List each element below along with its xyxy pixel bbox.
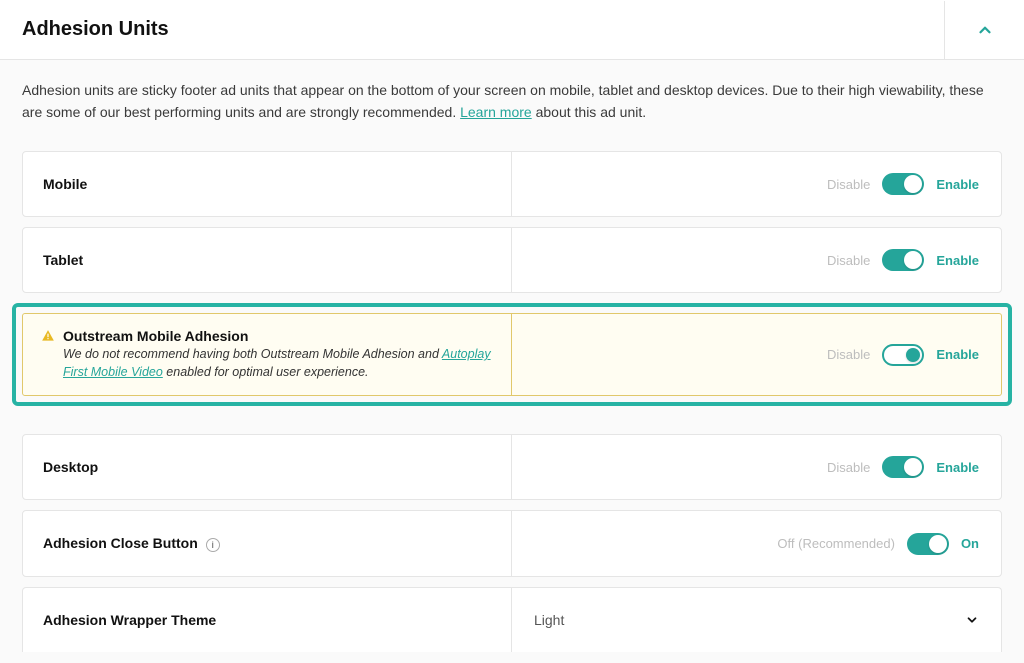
desktop-label: Desktop xyxy=(43,459,491,475)
toggle-knob xyxy=(904,251,922,269)
warning-text-after: enabled for optimal user experience. xyxy=(163,365,369,379)
row-desktop: Desktop Disable Enable xyxy=(22,434,1002,500)
close-button-toggle[interactable] xyxy=(907,533,949,555)
disable-label: Disable xyxy=(827,253,870,268)
panel-description: Adhesion units are sticky footer ad unit… xyxy=(0,60,1024,151)
off-label: Off (Recommended) xyxy=(777,536,895,551)
toggle-group: Disable Enable xyxy=(827,173,979,195)
warning-header: Outstream Mobile Adhesion xyxy=(41,328,491,344)
learn-more-link[interactable]: Learn more xyxy=(460,104,532,120)
toggle-knob xyxy=(906,348,920,362)
row-control-cell: Disable Enable xyxy=(512,435,1001,499)
disable-label: Disable xyxy=(827,177,870,192)
collapse-toggle[interactable] xyxy=(944,1,1024,59)
warning-description: We do not recommend having both Outstrea… xyxy=(41,346,491,381)
disable-label: Disable xyxy=(827,347,870,362)
adhesion-units-panel: Adhesion Units Adhesion units are sticky… xyxy=(0,0,1024,652)
disable-label: Disable xyxy=(827,460,870,475)
row-label-cell: Mobile xyxy=(23,152,512,216)
close-button-label-text: Adhesion Close Button xyxy=(43,535,198,551)
enable-label: Enable xyxy=(936,460,979,475)
chevron-up-icon xyxy=(976,21,994,39)
row-label-cell: Desktop xyxy=(23,435,512,499)
select-value: Light xyxy=(534,612,564,628)
row-outstream: Outstream Mobile Adhesion We do not reco… xyxy=(22,313,1002,396)
toggle-group: Disable Enable xyxy=(827,344,979,366)
toggle-knob xyxy=(904,175,922,193)
tablet-toggle[interactable] xyxy=(882,249,924,271)
info-icon[interactable]: i xyxy=(206,538,220,552)
row-mobile: Mobile Disable Enable xyxy=(22,151,1002,217)
row-label-cell: Adhesion Close Button i xyxy=(23,511,512,575)
enable-label: Enable xyxy=(936,253,979,268)
outstream-label: Outstream Mobile Adhesion xyxy=(63,328,248,344)
on-label: On xyxy=(961,536,979,551)
row-control-cell: Disable Enable xyxy=(512,314,1001,395)
row-label-cell: Tablet xyxy=(23,228,512,292)
wrapper-theme-select[interactable]: Light xyxy=(512,588,1001,652)
wrapper-theme-label: Adhesion Wrapper Theme xyxy=(43,612,491,628)
toggle-group: Disable Enable xyxy=(827,456,979,478)
row-control-cell: Off (Recommended) On xyxy=(512,511,1001,575)
enable-label: Enable xyxy=(936,177,979,192)
enable-label: Enable xyxy=(936,347,979,362)
toggle-group: Disable Enable xyxy=(827,249,979,271)
row-outstream-highlight: Outstream Mobile Adhesion We do not reco… xyxy=(12,303,1012,406)
mobile-label: Mobile xyxy=(43,176,491,192)
row-close-button: Adhesion Close Button i Off (Recommended… xyxy=(22,510,1002,576)
row-control-cell: Disable Enable xyxy=(512,152,1001,216)
row-wrapper-theme: Adhesion Wrapper Theme Light xyxy=(22,587,1002,652)
outstream-toggle[interactable] xyxy=(882,344,924,366)
description-text-after: about this ad unit. xyxy=(532,104,646,120)
toggle-knob xyxy=(929,535,947,553)
toggle-knob xyxy=(904,458,922,476)
desktop-toggle[interactable] xyxy=(882,456,924,478)
toggle-group: Off (Recommended) On xyxy=(777,533,979,555)
tablet-label: Tablet xyxy=(43,252,491,268)
settings-section: Mobile Disable Enable Tablet Disable Ena… xyxy=(22,151,1002,293)
row-control-cell: Disable Enable xyxy=(512,228,1001,292)
warning-text-before: We do not recommend having both Outstrea… xyxy=(63,347,442,361)
panel-header: Adhesion Units xyxy=(0,0,1024,60)
row-label-cell: Outstream Mobile Adhesion We do not reco… xyxy=(23,314,512,395)
row-label-cell: Adhesion Wrapper Theme xyxy=(23,588,512,652)
row-tablet: Tablet Disable Enable xyxy=(22,227,1002,293)
chevron-down-icon xyxy=(965,613,979,627)
settings-section-2: Desktop Disable Enable Adhesion Close Bu… xyxy=(22,434,1002,651)
mobile-toggle[interactable] xyxy=(882,173,924,195)
panel-title: Adhesion Units xyxy=(0,0,191,59)
warning-icon xyxy=(41,329,55,343)
close-button-label: Adhesion Close Button i xyxy=(43,535,491,551)
